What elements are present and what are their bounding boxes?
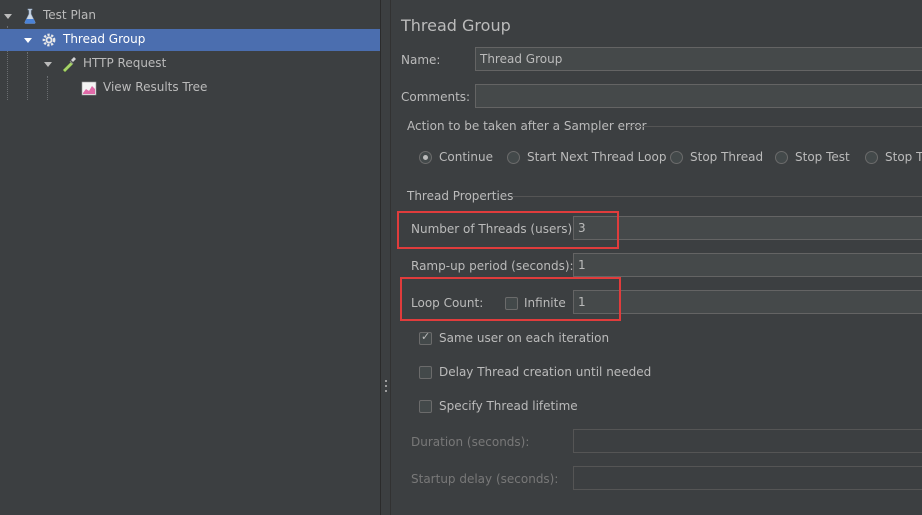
splitter-grip-icon bbox=[385, 385, 387, 387]
tree-item-label: HTTP Request bbox=[83, 56, 167, 70]
expand-arrow-icon[interactable] bbox=[24, 38, 32, 43]
name-field[interactable]: Thread Group bbox=[475, 47, 922, 71]
startup-delay-field bbox=[573, 466, 922, 490]
tree-item-thread-group[interactable]: Thread Group bbox=[0, 29, 380, 51]
expand-arrow-icon[interactable] bbox=[44, 62, 52, 67]
name-label: Name: bbox=[401, 53, 441, 67]
tree-item-label: Test Plan bbox=[43, 8, 96, 22]
tree-item-label: Thread Group bbox=[63, 32, 146, 46]
radio-continue[interactable] bbox=[419, 151, 432, 164]
gear-icon bbox=[42, 33, 56, 47]
radio-label-continue: Continue bbox=[439, 150, 493, 164]
comments-field[interactable] bbox=[475, 84, 922, 108]
infinite-checkbox[interactable] bbox=[505, 297, 518, 310]
expand-arrow-icon[interactable] bbox=[4, 14, 12, 19]
duration-label: Duration (seconds): bbox=[411, 435, 530, 449]
flask-icon bbox=[24, 8, 36, 24]
num-threads-field[interactable]: 3 bbox=[573, 216, 922, 240]
radio-label-stop-test-now: Stop Te bbox=[885, 150, 922, 164]
comments-label: Comments: bbox=[401, 90, 471, 104]
infinite-label: Infinite bbox=[524, 296, 566, 310]
splitter-grip-icon bbox=[385, 380, 387, 382]
num-threads-label: Number of Threads (users): bbox=[411, 222, 577, 236]
chart-icon bbox=[81, 81, 97, 96]
rampup-label: Ramp-up period (seconds): bbox=[411, 259, 574, 273]
loop-count-field[interactable]: 1 bbox=[573, 290, 922, 314]
rampup-field[interactable]: 1 bbox=[573, 253, 922, 277]
pipette-icon bbox=[62, 57, 76, 73]
radio-stop-test-now[interactable] bbox=[865, 151, 878, 164]
thread-group-panel: Thread Group Name: Thread Group Comments… bbox=[390, 0, 922, 515]
page-title: Thread Group bbox=[401, 16, 511, 35]
tree-item-http-request[interactable]: HTTP Request bbox=[0, 53, 380, 75]
radio-label-start-next-thread-loop: Start Next Thread Loop bbox=[527, 150, 667, 164]
test-plan-tree: Test Plan Thread Group HTTP Request View… bbox=[0, 0, 380, 515]
tree-item-label: View Results Tree bbox=[103, 80, 208, 94]
delay-thread-label: Delay Thread creation until needed bbox=[439, 365, 652, 379]
thread-lifetime-label: Specify Thread lifetime bbox=[439, 399, 578, 413]
same-user-checkbox[interactable] bbox=[419, 330, 432, 345]
delay-thread-checkbox[interactable] bbox=[419, 366, 432, 379]
thread-properties-heading: Thread Properties bbox=[407, 189, 514, 203]
radio-label-stop-test: Stop Test bbox=[795, 150, 850, 164]
duration-field bbox=[573, 429, 922, 453]
tree-item-view-results-tree[interactable]: View Results Tree bbox=[0, 77, 380, 99]
radio-label-stop-thread: Stop Thread bbox=[690, 150, 764, 164]
group-divider bbox=[627, 126, 922, 127]
radio-start-next-thread-loop[interactable] bbox=[507, 151, 520, 164]
sampler-error-heading: Action to be taken after a Sampler error bbox=[407, 119, 647, 133]
startup-delay-label: Startup delay (seconds): bbox=[411, 472, 559, 486]
group-divider bbox=[513, 196, 922, 197]
splitter-grip-icon bbox=[385, 390, 387, 392]
loop-count-label: Loop Count: bbox=[411, 296, 484, 310]
radio-stop-test[interactable] bbox=[775, 151, 788, 164]
radio-stop-thread[interactable] bbox=[670, 151, 683, 164]
same-user-label: Same user on each iteration bbox=[439, 331, 610, 345]
thread-lifetime-checkbox[interactable] bbox=[419, 400, 432, 413]
tree-item-test-plan[interactable]: Test Plan bbox=[0, 5, 380, 27]
